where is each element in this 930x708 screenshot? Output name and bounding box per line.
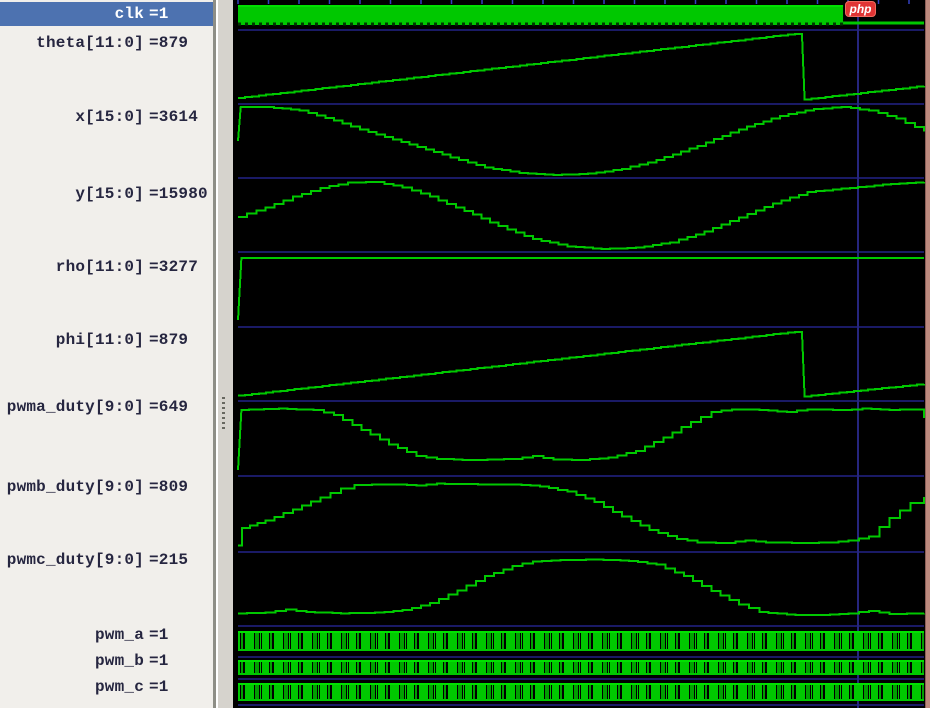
signal-value-label: =1 — [149, 5, 169, 23]
signal-name-panel: clk =1 theta[11:0] =879 x[15:0] =3614 y[15:0] =… — [0, 0, 213, 708]
wave-trace-theta-11-0- — [238, 32, 925, 101]
wave-trace-pwm_a — [238, 631, 924, 651]
wave-trace-x-15-0- — [237, 106, 925, 176]
signal-name-label: clk — [114, 5, 144, 23]
vertical-scrollbar[interactable] — [925, 0, 930, 708]
signal-name-label: x[15:0] — [75, 108, 144, 126]
wave-trace-phi-11-0- — [238, 330, 925, 398]
signal-row-pwmb_duty-9-0-[interactable]: pwmb_duty[9:0] =809 — [0, 476, 213, 498]
signal-row-x-15-0-[interactable]: x[15:0] =3614 — [0, 106, 213, 128]
signal-name-label: pwm_c — [94, 678, 144, 696]
signal-name-label: pwmb_duty[9:0] — [6, 478, 144, 496]
wave-trace-pwma_duty-9-0- — [237, 407, 925, 471]
wave-trace-pwmb_duty-9-0- — [238, 482, 925, 547]
signal-value-label: =879 — [149, 331, 189, 349]
signal-value-label: =649 — [149, 398, 189, 416]
signal-row-pwmc_duty-9-0-[interactable]: pwmc_duty[9:0] =215 — [0, 549, 213, 571]
wave-trace-rho-11-0- — [237, 257, 924, 321]
signal-row-clk[interactable]: clk =1 — [0, 2, 213, 26]
wave-trace-y-15-0- — [238, 181, 925, 250]
signal-value-label: =809 — [149, 478, 189, 496]
signal-row-theta-11-0-[interactable]: theta[11:0] =879 — [0, 32, 213, 54]
signal-name-label: theta[11:0] — [36, 34, 144, 52]
wave-trace-pwm_b — [238, 660, 924, 675]
signal-name-label: pwma_duty[9:0] — [6, 398, 144, 416]
signal-row-pwma_duty-9-0-[interactable]: pwma_duty[9:0] =649 — [0, 396, 213, 418]
signal-name-label: pwm_a — [94, 626, 144, 644]
signal-row-phi-11-0-[interactable]: phi[11:0] =879 — [0, 329, 213, 351]
signal-value-label: =15980 — [149, 185, 208, 203]
signal-name-label: phi[11:0] — [55, 331, 144, 349]
signal-value-label: =879 — [149, 34, 189, 52]
signal-value-label: =3614 — [149, 108, 199, 126]
signal-name-label: pwm_b — [94, 652, 144, 670]
splitter-grip-icon[interactable] — [222, 397, 225, 431]
wave-trace-clk — [238, 5, 924, 26]
waveform-canvas[interactable] — [233, 0, 925, 708]
signal-row-pwm_c[interactable]: pwm_c =1 — [0, 676, 213, 698]
signal-row-pwm_b[interactable]: pwm_b =1 — [0, 650, 213, 672]
php-logo-badge: php — [845, 1, 876, 17]
signal-name-label: y[15:0] — [75, 185, 144, 203]
signal-row-pwm_a[interactable]: pwm_a =1 — [0, 624, 213, 646]
signal-value-label: =1 — [149, 652, 169, 670]
signal-value-label: =3277 — [149, 258, 199, 276]
wave-trace-pwm_c — [238, 683, 924, 701]
signal-name-label: pwmc_duty[9:0] — [6, 551, 144, 569]
signal-value-label: =1 — [149, 626, 169, 644]
wave-viewer-window: clk =1 theta[11:0] =879 x[15:0] =3614 y[15:0] =… — [0, 0, 930, 708]
wave-trace-pwmc_duty-9-0- — [238, 558, 925, 617]
signal-value-label: =215 — [149, 551, 189, 569]
signal-row-y-15-0-[interactable]: y[15:0] =15980 — [0, 183, 213, 205]
signal-row-rho-11-0-[interactable]: rho[11:0] =3277 — [0, 256, 213, 278]
signal-name-label: rho[11:0] — [55, 258, 144, 276]
signal-value-label: =1 — [149, 678, 169, 696]
